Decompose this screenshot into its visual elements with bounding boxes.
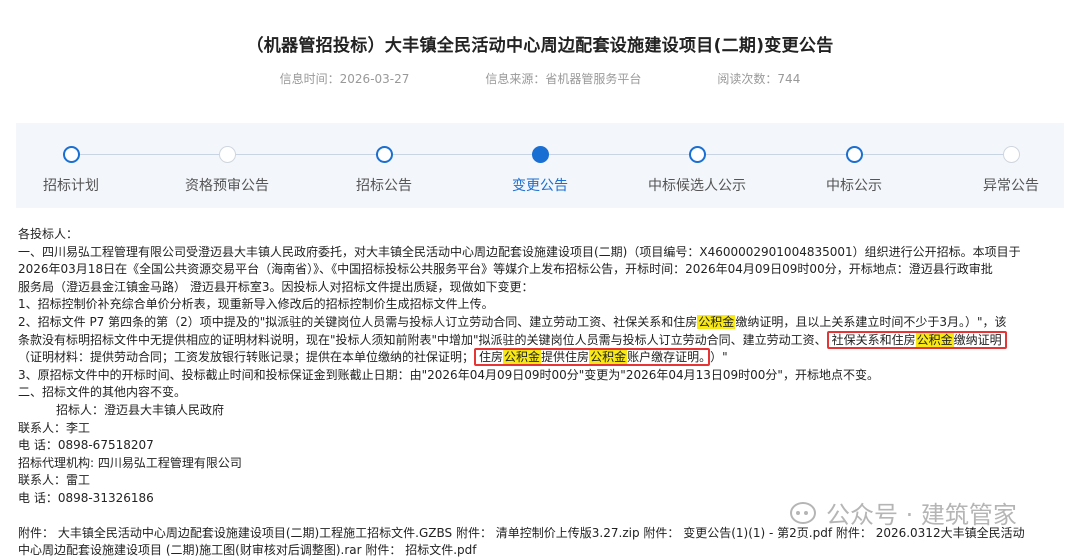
step-dot-icon bbox=[846, 146, 863, 163]
contact-phone: 电 话：0898-67518207 bbox=[18, 438, 154, 453]
meta-row: 信息时间：2026-03-27 信息来源：省机器管服务平台 阅读次数：744 bbox=[0, 70, 1080, 87]
agency-contact: 联系人：雷工 bbox=[18, 473, 91, 488]
wechat-icon bbox=[790, 501, 816, 524]
body-line: 2026年03月18日在《全国公共资源交易平台（海南省）》、《中国招标投标公共服… bbox=[18, 262, 993, 277]
watermark: 公众号 · 建筑管家 bbox=[790, 495, 1017, 530]
process-steps: 招标计划 资格预审公告 招标公告 变更公告 中标候选人公示 中标公示 异常公告 bbox=[16, 123, 1064, 208]
highlight: 公积金 bbox=[589, 350, 628, 365]
step-bid-plan[interactable]: 招标计划 bbox=[0, 123, 146, 208]
body-line: 2、招标文件 P7 第四条的第（2）项中提及的"拟派驻的关键岗位人员需与投标人订… bbox=[18, 314, 1007, 329]
body-line: 各投标人： bbox=[18, 227, 79, 241]
contact-person: 联系人：李工 bbox=[18, 420, 91, 435]
step-tender-notice[interactable]: 招标公告 bbox=[309, 123, 459, 208]
agency: 招标代理机构: 四川易弘工程管理有限公司 bbox=[18, 455, 242, 470]
read-count: 阅读次数：744 bbox=[717, 72, 801, 86]
body-line: 二、招标文件的其他内容不变。 bbox=[18, 385, 187, 400]
body-line: 条款没有标明招标文件中无提供相应的证明材料说明，现在"投标人须知前附表"中增加"… bbox=[18, 330, 1068, 350]
body-line: 服务局（澄迈县金江镇金马路） 澄迈县开标室3。因投标人对招标文件提出质疑，现做如… bbox=[18, 279, 534, 294]
step-award-publicity[interactable]: 中标公示 bbox=[779, 123, 929, 208]
step-prequalification[interactable]: 资格预审公告 bbox=[152, 123, 302, 208]
body-line: （证明材料：提供劳动合同；工资发放银行转账记录；提供在本单位缴纳的社保证明； 住房… bbox=[18, 348, 728, 367]
tenderer: 招标人：澄迈县大丰镇人民政府 bbox=[56, 402, 225, 417]
step-dot-icon bbox=[532, 146, 549, 163]
step-dot-icon bbox=[376, 146, 393, 163]
step-dot-icon bbox=[1003, 146, 1020, 163]
highlight: 公积金 bbox=[697, 314, 736, 329]
step-dot-icon bbox=[689, 146, 706, 163]
page-title: （机器管招投标）大丰镇全民活动中心周边配套设施建设项目(二期)变更公告 bbox=[246, 36, 834, 56]
step-candidate-publicity[interactable]: 中标候选人公示 bbox=[622, 123, 772, 208]
red-annotation-box: 社保关系和住房公积金缴纳证明 bbox=[826, 330, 1007, 349]
step-dot-icon bbox=[219, 146, 236, 163]
info-source: 信息来源：省机器管服务平台 bbox=[485, 72, 642, 86]
highlight: 公积金 bbox=[503, 350, 542, 365]
step-dot-icon bbox=[63, 146, 80, 163]
attachments-line[interactable]: 中心周边配套设施建设项目 (二期)施工图(财审核对后调整图).rar 附件： 招… bbox=[18, 542, 1068, 557]
highlight: 公积金 bbox=[915, 332, 954, 347]
body-line: 1、招标控制价补充综合单价分析表，现重新导入修改后的招标控制价生成招标文件上传。 bbox=[18, 297, 494, 312]
body-line: 一、四川易弘工程管理有限公司受澄迈县大丰镇人民政府委托，对大丰镇全民活动中心周边… bbox=[18, 244, 1021, 259]
red-annotation-box: 住房公积金提供住房公积金账户缴存证明。 bbox=[474, 348, 711, 367]
step-change-notice[interactable]: 变更公告 bbox=[465, 123, 615, 208]
body-line: 3、原招标文件中的开标时间、投标截止时间和投标保证金到账截止日期：由"2026年… bbox=[18, 367, 879, 382]
info-time: 信息时间：2026-03-27 bbox=[279, 72, 410, 86]
step-exception-notice[interactable]: 异常公告 bbox=[936, 123, 1080, 208]
